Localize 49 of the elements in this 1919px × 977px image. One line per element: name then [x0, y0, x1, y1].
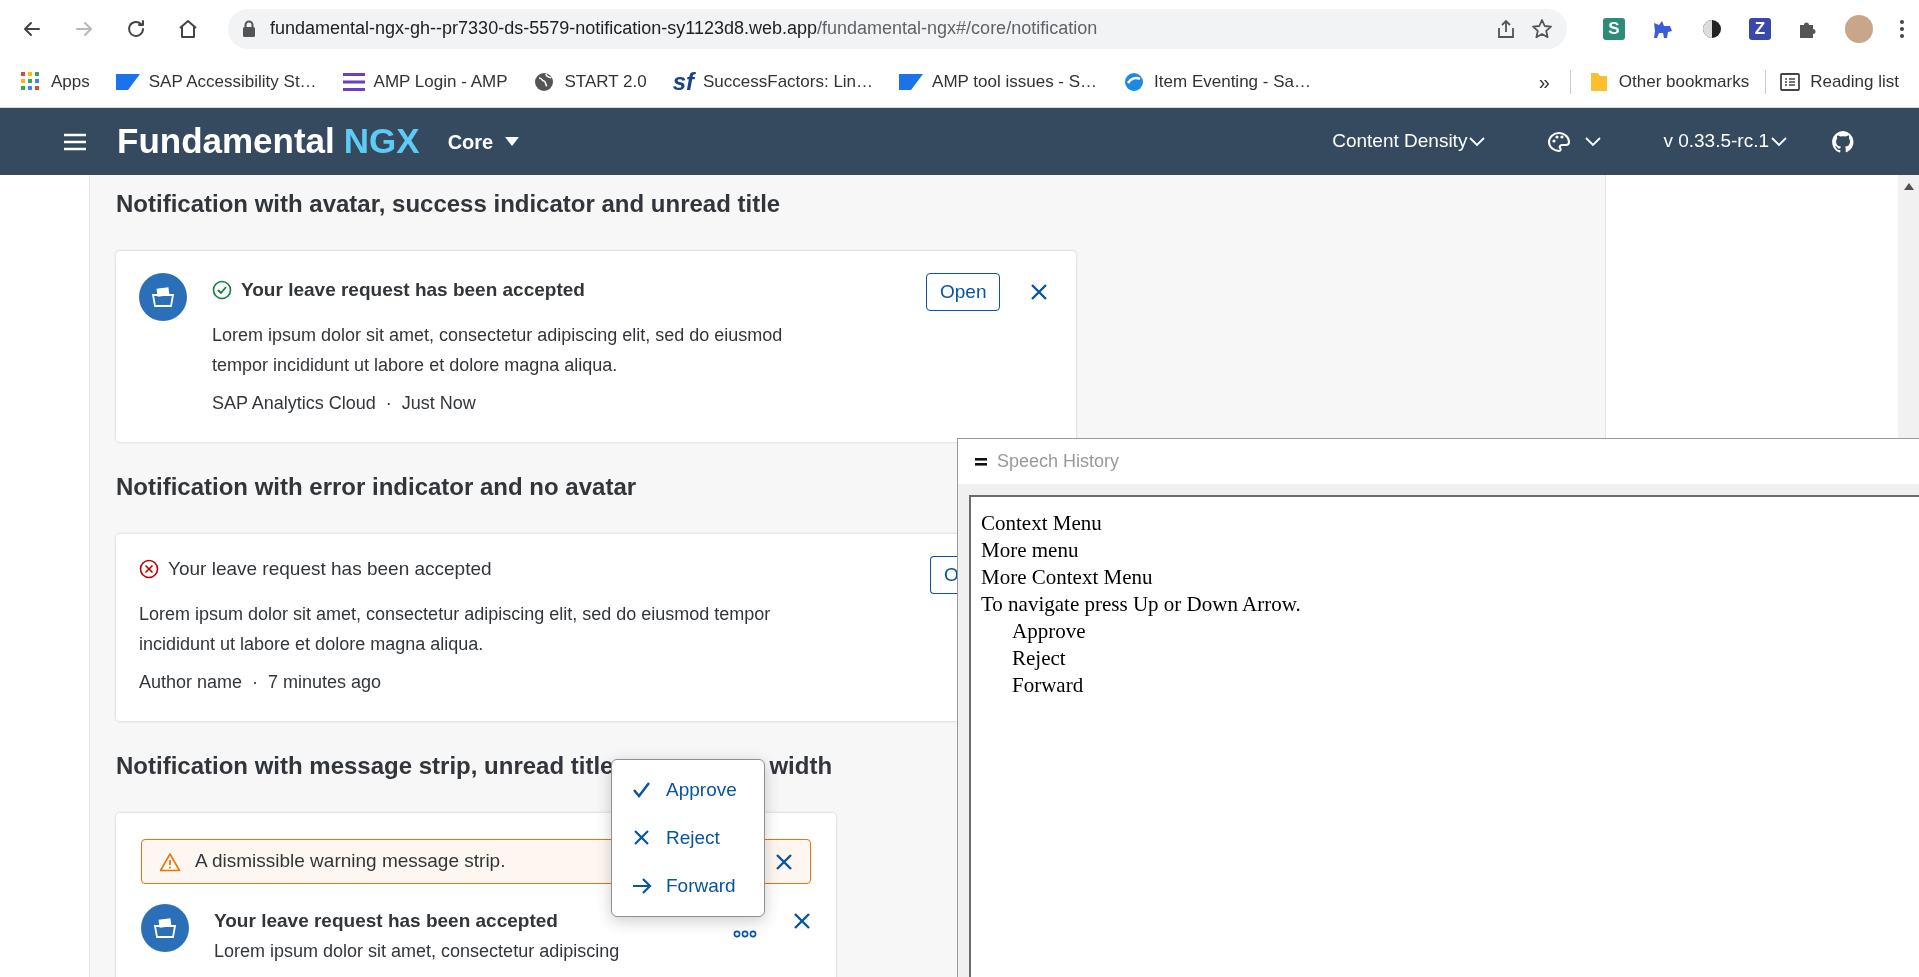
header-menu[interactable]: v 0.33.5-rc.1 [1663, 127, 1787, 156]
separator-dot: · [252, 671, 259, 694]
brand-title: NGX [343, 120, 420, 163]
bookmark-link[interactable]: AMP Login - AMP [373, 69, 508, 95]
notification-meta: Author name [139, 671, 243, 694]
message-strip-text: A dismissible warning message strip. [195, 849, 506, 874]
bookmark-link[interactable]: START 2.0 [564, 69, 647, 95]
speech-line: Context Menu [981, 510, 1103, 537]
open-button[interactable]: Open [926, 273, 1000, 311]
menu-item[interactable]: Forward [612, 862, 764, 910]
brand-title: Fundamental [117, 120, 335, 163]
overflow-chevron[interactable]: » [1538, 67, 1550, 97]
section-heading: Notification with error indicator and no avatar [116, 473, 637, 501]
speech-line: To navigate press Up or Down Arrow. [981, 591, 1302, 618]
logo-text: sf [672, 70, 694, 94]
speech-line: Reject [1011, 645, 1067, 672]
extension-icon[interactable]: S [1603, 17, 1625, 40]
notification-title: Your leave request has been accepted [168, 557, 492, 581]
notification-body: Lorem ipsum dolor sit amet, consectetur adipiscing [214, 942, 621, 960]
bookmark-link[interactable]: Item Eventing - Sa… [1154, 69, 1311, 95]
header-menu[interactable]: Content Density [1332, 127, 1486, 156]
menu-item[interactable]: Reject [612, 814, 764, 862]
notification-body: Lorem ipsum dolor sit amet, consectetur adipiscing elit, sed do eiusmod tempor incididunt ut labore et dolore magna aliqua. [139, 603, 772, 656]
speech-line: Approve [1011, 618, 1087, 645]
menu-item[interactable]: Approve [612, 766, 764, 814]
panel-title: Speech History [997, 450, 1120, 473]
section-heading: Notification with avatar, success indicator and unread title [116, 190, 781, 218]
product-menu[interactable]: Core [447, 126, 520, 157]
notification-meta: 7 minutes ago [268, 671, 382, 694]
extension-icon[interactable]: Z [1749, 17, 1771, 40]
speech-line: More Context Menu [981, 564, 1154, 591]
bookmark-link[interactable]: SuccessFactors: Lin… [703, 69, 874, 95]
bookmark-folder[interactable]: Other bookmarks [1618, 69, 1750, 95]
bookmark-link[interactable]: Apps [51, 69, 90, 95]
url-text: fundamental-ngx-gh--pr7330-ds-5579-notification-sy1123d8.web.app/fundamental-ngx#/core/notification [270, 17, 1099, 40]
bookmark-link[interactable]: AMP tool issues - S… [932, 69, 1098, 95]
reading-list-link[interactable]: Reading list [1810, 69, 1899, 95]
notification-title: Your leave request has been accepted [241, 278, 585, 302]
notification-meta: SAP Analytics Cloud [212, 392, 376, 415]
section-heading: width [769, 752, 833, 780]
section-heading: Notification with message strip, unread title [116, 752, 614, 780]
address-bar[interactable]: fundamental-ngx-gh--pr7330-ds-5579-notification-sy1123d8.web.app/fundamental-ngx#/core/notification [228, 8, 1567, 49]
notification-body: Lorem ipsum dolor sit amet, consectetur adipiscing elit, sed do eiusmod tempor incididunt ut labore et dolore magna aliqua. [212, 324, 784, 377]
notification-meta: Just Now [401, 392, 476, 415]
speech-line: Forward [1011, 672, 1085, 699]
speech-line: More menu [981, 537, 1080, 564]
separator-dot: · [385, 392, 392, 415]
bookmark-link[interactable]: SAP Accessibility St… [148, 69, 317, 95]
notification-title: Your leave request has been accepted [214, 909, 558, 933]
